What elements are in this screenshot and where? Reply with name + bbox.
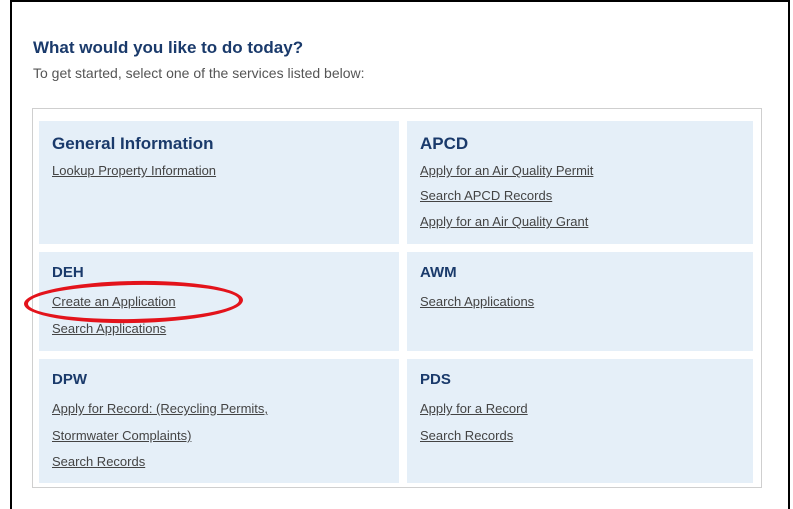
panel-title-pds: PDS [420,371,451,388]
link-dpw-search-records[interactable]: Search Records [52,454,145,469]
link-create-an-application[interactable]: Create an Application [52,294,176,309]
link-apply-air-quality-permit[interactable]: Apply for an Air Quality Permit [420,163,593,178]
page-title: What would you like to do today? [33,38,304,57]
link-search-apcd-records[interactable]: Search APCD Records [420,188,552,203]
panel-title-general-information: General Information [52,134,214,153]
link-pds-search-records[interactable]: Search Records [420,428,513,443]
link-stormwater-complaints[interactable]: Stormwater Complaints) [52,428,191,443]
services-container: General Information Lookup Property Info… [32,108,762,488]
panel-title-deh: DEH [52,264,84,281]
panel-pds: PDS Apply for a Record Search Records [407,359,753,483]
panel-deh: DEH Create an Application Search Applica… [39,252,399,351]
panel-awm: AWM Search Applications [407,252,753,351]
link-lookup-property-information[interactable]: Lookup Property Information [52,163,216,178]
link-apply-air-quality-grant[interactable]: Apply for an Air Quality Grant [420,214,588,229]
link-apply-for-a-record[interactable]: Apply for a Record [420,401,528,416]
page-subtitle: To get started, select one of the servic… [33,65,365,81]
link-apply-for-record-recycling[interactable]: Apply for Record: (Recycling Permits, [52,401,268,416]
panel-general-information: General Information Lookup Property Info… [39,121,399,244]
panel-title-apcd: APCD [420,134,469,153]
panel-title-dpw: DPW [52,371,87,388]
link-deh-search-applications[interactable]: Search Applications [52,321,166,336]
panel-title-awm: AWM [420,264,457,281]
panel-apcd: APCD Apply for an Air Quality Permit Sea… [407,121,753,244]
link-awm-search-applications[interactable]: Search Applications [420,294,534,309]
panel-dpw: DPW Apply for Record: (Recycling Permits… [39,359,399,483]
